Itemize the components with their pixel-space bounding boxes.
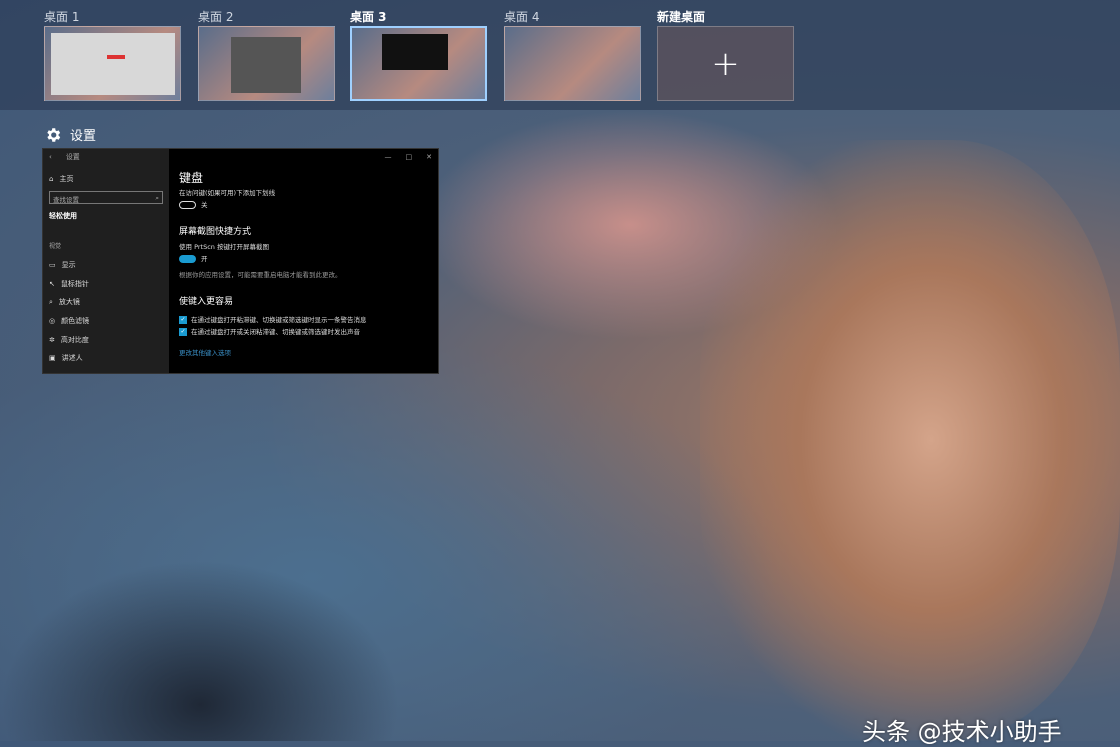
desktop-label: 桌面 3 [350,8,487,26]
desktop-1[interactable]: 桌面 1 [44,8,181,101]
window-caption: 设置 [44,125,96,144]
settings-content: 键盘 在访问键(如果可用)下添加下划线 关 屏幕截图快捷方式 使用 PrtScn… [179,149,438,373]
new-desktop-label: 新建桌面 [657,8,794,26]
warning-checkbox[interactable]: ✓ 在通过键盘打开粘滞键、切换键或筛选键时显示一条警告消息 [179,314,367,324]
titlebar: ‹ 设置 [43,149,169,165]
nav-label: 放大镜 [59,297,80,307]
window-caption-title: 设置 [70,125,96,144]
toggle-state: 关 [201,201,208,209]
nav-display[interactable]: ▭ 显示 [49,260,76,270]
home-icon: ⌂ [49,175,53,183]
desktop-3[interactable]: 桌面 3 [350,8,487,101]
virtual-desktop-bar: 桌面 1 桌面 2 桌面 3 桌面 4 新建桌面 + [0,0,1120,110]
search-icon: ⌕ [155,194,159,201]
monitor-icon: ▭ [49,261,56,269]
typing-heading: 使键入更容易 [179,294,233,307]
nav-label: 颜色滤镜 [61,316,89,326]
nav-label: 显示 [62,260,76,270]
nav-color-filters[interactable]: ◎ 颜色滤镜 [49,316,89,326]
nav-narrator[interactable]: ▣ 讲述人 [49,353,83,363]
nav-label: 高对比度 [61,335,89,345]
desktop-label: 桌面 1 [44,8,181,26]
nav-mouse-pointer[interactable]: ↖ 鼠标指针 [49,279,89,289]
prtscn-toggle[interactable]: 开 [179,253,208,263]
back-icon[interactable]: ‹ [49,153,52,161]
search-placeholder: 查找设置 [53,194,79,201]
toggle-switch[interactable] [179,201,196,209]
color-filter-icon: ◎ [49,317,55,325]
search-input[interactable]: 查找设置 ⌕ [49,191,163,204]
sound-checkbox[interactable]: ✓ 在通过键盘打开或关闭粘滞键、切换键或筛选键时发出声音 [179,326,360,336]
group-heading: 视觉 [49,241,61,250]
nav-high-contrast[interactable]: ✲ 高对比度 [49,335,89,345]
nav-label: 讲述人 [62,353,83,363]
new-desktop-button[interactable]: + [657,26,794,101]
checkmark-icon[interactable]: ✓ [179,316,187,324]
settings-sidebar: ‹ 设置 ⌂ 主页 查找设置 ⌕ 轻松使用 视觉 ▭ 显示 ↖ 鼠标指针 ⌕ 放大镜 ◎ 颜色… [43,149,169,373]
nav-home[interactable]: ⌂ 主页 [49,174,73,184]
nav-label: 主页 [59,174,73,184]
desktop-thumbnail[interactable] [44,26,181,101]
desktop-2[interactable]: 桌面 2 [198,8,335,101]
pointer-icon: ↖ [49,280,55,288]
settings-window-preview[interactable]: ‹ 设置 ⌂ 主页 查找设置 ⌕ 轻松使用 视觉 ▭ 显示 ↖ 鼠标指针 ⌕ 放大镜 ◎ 颜色… [42,148,439,374]
toggle-state: 开 [201,255,208,263]
nav-magnifier[interactable]: ⌕ 放大镜 [49,297,80,307]
checkbox-label: 在通过键盘打开粘滞键、切换键或筛选键时显示一条警告消息 [191,316,367,324]
plus-icon: + [711,44,740,84]
checkmark-icon[interactable]: ✓ [179,328,187,336]
desktop-label: 桌面 4 [504,8,641,26]
screenshot-heading: 屏幕截图快捷方式 [179,224,251,237]
gear-icon [44,126,62,144]
toggle-switch[interactable] [179,255,196,263]
titlebar-text: 设置 [66,152,80,162]
underline-label: 在访问键(如果可用)下添加下划线 [179,187,275,197]
desktop-4[interactable]: 桌面 4 [504,8,641,101]
new-desktop[interactable]: 新建桌面 + [657,8,794,101]
restart-note: 根据你的应用设置，可能需要重启电脑才能看到此更改。 [179,269,342,279]
more-typing-options-link[interactable]: 更改其他键入选项 [179,347,231,357]
magnifier-icon: ⌕ [49,298,53,307]
desktop-thumbnail[interactable] [198,26,335,101]
underline-toggle[interactable]: 关 [179,199,208,209]
desktop-label: 桌面 2 [198,8,335,26]
watermark: 头条 @技术小助手 [862,712,1062,747]
section-heading: 轻松使用 [49,211,77,221]
desktop-thumbnail[interactable] [350,26,487,101]
desktop-thumbnail[interactable] [504,26,641,101]
narrator-icon: ▣ [49,354,56,362]
contrast-icon: ✲ [49,336,55,344]
nav-label: 鼠标指针 [61,279,89,289]
page-title: 键盘 [179,169,203,186]
prtscn-label: 使用 PrtScn 按键打开屏幕截图 [179,241,269,251]
checkbox-label: 在通过键盘打开或关闭粘滞键、切换键或筛选键时发出声音 [191,328,360,336]
